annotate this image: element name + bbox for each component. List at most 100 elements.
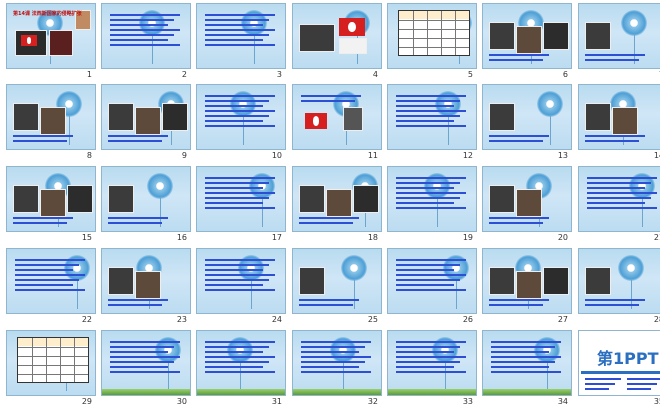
text-line: [396, 115, 460, 117]
slide-thumbnail[interactable]: 6: [482, 3, 572, 83]
text-line: [396, 259, 466, 261]
slide-thumbnail[interactable]: 31: [196, 330, 286, 410]
slide-thumbnail[interactable]: 19: [387, 166, 477, 246]
text-line: [587, 182, 651, 184]
slide-thumbnail[interactable]: 15: [6, 166, 96, 246]
slide-number: 12: [462, 151, 473, 160]
text-line: [205, 192, 275, 194]
text-line: [110, 24, 168, 26]
text-line: [205, 120, 263, 122]
slide-number: 6: [562, 70, 568, 79]
slide-thumbnail[interactable]: 25: [292, 248, 382, 328]
slide-thumbnail[interactable]: 13: [482, 84, 572, 164]
slide-thumbnail[interactable]: 14: [578, 84, 660, 164]
slide-thumbnail[interactable]: 7: [578, 3, 660, 83]
text-line: [396, 100, 460, 102]
historical-photo: [162, 103, 188, 131]
slide-thumbnail[interactable]: 12: [387, 84, 477, 164]
slide-number: 5: [467, 70, 473, 79]
slide-thumbnail[interactable]: 3: [196, 3, 286, 83]
text-line: [205, 346, 269, 348]
text-line: [396, 125, 466, 127]
slide-number: 9: [181, 151, 187, 160]
text-line: [587, 207, 657, 209]
text-line: [489, 59, 543, 61]
slide-number: 7: [634, 70, 660, 79]
slide-thumbnail[interactable]: 16: [101, 166, 191, 246]
slide-number: 20: [557, 233, 568, 242]
slide-thumbnail[interactable]: 8: [6, 84, 96, 164]
text-line: [205, 279, 269, 281]
slide-thumbnail[interactable]: 28: [578, 248, 660, 328]
slide-thumbnail[interactable]: 21: [578, 166, 660, 246]
text-line: [205, 177, 275, 179]
slide-thumbnail[interactable]: 22: [6, 248, 96, 328]
text-line: [396, 105, 454, 107]
text-line: [205, 289, 275, 291]
text-line: [205, 44, 275, 46]
text-line: [585, 135, 645, 137]
text-line: [205, 100, 269, 102]
slide-thumbnail[interactable]: 33: [387, 330, 477, 410]
slide-number: 27: [557, 315, 568, 324]
slide-preview: [292, 166, 382, 232]
slide-preview: [482, 330, 572, 396]
brand-logo-text: 第1PPT: [597, 349, 659, 368]
table-col-rule: [32, 338, 33, 382]
slide-thumbnail[interactable]: 32: [292, 330, 382, 410]
slide-number: 3: [276, 70, 282, 79]
slide-thumbnail[interactable]: 27: [482, 248, 572, 328]
historical-photo: [489, 267, 515, 295]
table-col-rule: [427, 11, 428, 55]
text-line: [489, 217, 549, 219]
text-line: [627, 383, 657, 385]
text-line: [585, 299, 645, 301]
slide-preview: [387, 248, 477, 314]
text-line: [627, 378, 660, 380]
slide-preview: [196, 248, 286, 314]
slide-thumbnail[interactable]: 4: [292, 3, 382, 83]
text-line: [205, 361, 269, 363]
text-line: [489, 222, 543, 224]
slide-thumbnail[interactable]: 20: [482, 166, 572, 246]
slide-thumbnail[interactable]: 24: [196, 248, 286, 328]
slide-thumbnail[interactable]: 9: [101, 84, 191, 164]
text-line: [110, 341, 180, 343]
slide-thumbnail[interactable]: 第14课 法西斯国家的侵略扩张 1: [6, 3, 96, 83]
slide-preview: [196, 84, 286, 150]
text-line: [110, 351, 168, 353]
text-line: [110, 34, 174, 36]
text-line: [205, 351, 263, 353]
slide-number: 11: [367, 151, 378, 160]
text-line: [110, 346, 174, 348]
slide-number: 2: [181, 70, 187, 79]
historical-photo: [585, 103, 611, 131]
slide-thumbnail[interactable]: 5: [387, 3, 477, 83]
slide-thumbnail[interactable]: 18: [292, 166, 382, 246]
slide-number: 25: [367, 315, 378, 324]
slide-preview: [101, 248, 191, 314]
flower-decoration: [621, 10, 647, 36]
text-line: [396, 110, 466, 112]
slide-thumbnail[interactable]: 11: [292, 84, 382, 164]
text-line: [110, 44, 180, 46]
slide-preview: [578, 3, 660, 69]
slide-thumbnail[interactable]: 29: [6, 330, 96, 410]
slide-thumbnail[interactable]: 10: [196, 84, 286, 164]
table-rule: [18, 365, 88, 366]
flower-decoration: [147, 173, 173, 199]
text-line: [396, 366, 454, 368]
slide-preview: [196, 330, 286, 396]
slide-thumbnail[interactable]: 2: [101, 3, 191, 83]
historical-photo: [612, 107, 638, 135]
slide-thumbnail[interactable]: 30: [101, 330, 191, 410]
text-line: [489, 54, 549, 56]
brand-bar: [581, 371, 660, 374]
slide-thumbnail[interactable]: 17: [196, 166, 286, 246]
text-line: [627, 388, 651, 390]
slide-thumbnail[interactable]: 34: [482, 330, 572, 410]
slide-thumbnail[interactable]: 23: [101, 248, 191, 328]
slide-thumbnail[interactable]: 26: [387, 248, 477, 328]
slide-number: 24: [271, 315, 282, 324]
slide-thumbnail[interactable]: 第1PPT 35: [578, 330, 660, 410]
